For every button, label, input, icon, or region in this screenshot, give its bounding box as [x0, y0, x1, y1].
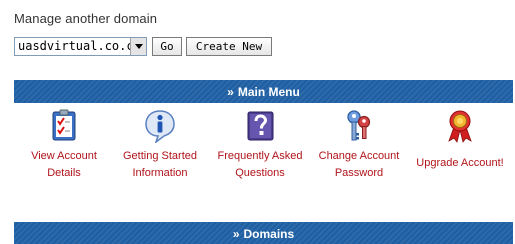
menu-item-label: Change Account Password [318, 150, 400, 179]
domains-header: » Domains [14, 222, 513, 244]
domains-title: Domains [243, 226, 295, 241]
menu-item-label: Upgrade Account! [416, 157, 504, 169]
checklist-icon [52, 109, 76, 141]
menu-item-view-account-details[interactable]: View Account Details [14, 109, 114, 182]
main-menu-title: Main Menu [237, 84, 300, 99]
main-menu-grid: View Account Details Getting Started Inf… [14, 109, 513, 193]
manage-domain-label: Manage another domain [14, 11, 158, 26]
raquo-icon: » [232, 226, 240, 241]
domain-select-value: uasdvirtual.co.cc [18, 38, 130, 53]
menu-item-faq[interactable]: Frequently Asked Questions [210, 109, 310, 182]
menu-item-getting-started[interactable]: Getting Started Information [110, 109, 210, 182]
info-icon [145, 110, 175, 143]
question-icon [247, 111, 274, 141]
main-menu-header: » Main Menu [14, 80, 513, 103]
award-ribbon-icon [448, 110, 472, 143]
chevron-down-icon[interactable] [130, 37, 146, 55]
menu-item-label: Frequently Asked Questions [217, 150, 303, 179]
menu-item-upgrade-account[interactable]: Upgrade Account! [410, 109, 510, 172]
raquo-icon: » [227, 84, 234, 99]
keys-icon [347, 110, 371, 141]
domain-select[interactable]: uasdvirtual.co.cc [14, 36, 147, 56]
create-new-button[interactable]: Create New [186, 36, 272, 56]
menu-item-label: Getting Started Information [123, 150, 197, 179]
menu-item-label: View Account Details [31, 150, 97, 179]
domain-controls: uasdvirtual.co.cc Go Create New [14, 36, 272, 56]
menu-item-change-password[interactable]: Change Account Password [309, 109, 409, 182]
go-button[interactable]: Go [152, 36, 182, 56]
